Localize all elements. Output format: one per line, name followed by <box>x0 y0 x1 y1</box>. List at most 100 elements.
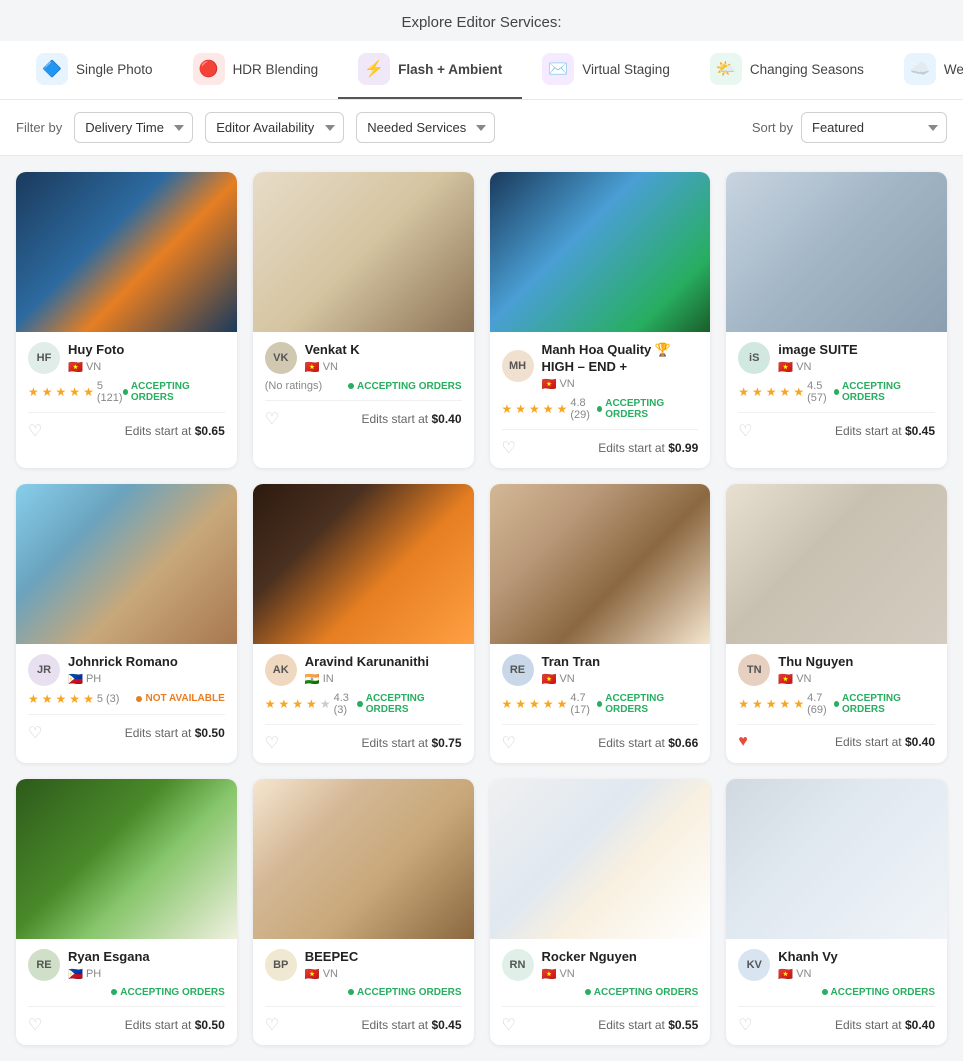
favorite-button[interactable]: ♡ <box>265 409 279 429</box>
status-label: ACCEPTING ORDERS <box>605 693 698 715</box>
favorite-button[interactable]: ♡ <box>738 1015 752 1035</box>
delivery-time-filter[interactable]: Delivery Time24 hours48 hours72 hours <box>74 112 193 143</box>
editor-card-5[interactable]: JR Johnrick Romano 🇵🇭 PH ★★★★★5 (3) NOT … <box>16 484 237 763</box>
editor-card-2[interactable]: VK Venkat K 🇻🇳 VN (No ratings) ACCEPTING… <box>253 172 474 468</box>
avatar: JR <box>28 654 60 686</box>
avatar: MH <box>502 350 534 382</box>
favorite-button[interactable]: ♡ <box>28 421 42 441</box>
status-dot <box>348 989 354 995</box>
country-flag: 🇻🇳 <box>778 360 793 374</box>
tab-label-hdr-blending: HDR Blending <box>233 62 319 77</box>
rating: ★★★★★4.8 (29) <box>502 397 597 421</box>
needed-services-filter[interactable]: Needed ServicesFlash + AmbientHDR Blendi… <box>356 112 495 143</box>
avatar: AK <box>265 654 297 686</box>
editor-name: Ryan Esgana <box>68 949 225 966</box>
editor-image <box>253 779 474 939</box>
availability-status: ACCEPTING ORDERS <box>585 987 698 998</box>
tab-icon-changing-seasons: 🌤️ <box>710 53 742 85</box>
editor-details: Thu Nguyen 🇻🇳 VN <box>778 654 935 686</box>
price-value: $0.40 <box>905 1018 935 1032</box>
editor-card-6[interactable]: AK Aravind Karunanithi 🇮🇳 IN ★★★★★4.3 (3… <box>253 484 474 763</box>
editor-country: 🇻🇳 VN <box>778 967 935 981</box>
service-tab-virtual-staging[interactable]: ✉️ Virtual Staging <box>522 41 690 99</box>
editor-card-1[interactable]: HF Huy Foto 🇻🇳 VN ★★★★★5 (121) ACCEPTING… <box>16 172 237 468</box>
availability-status: ACCEPTING ORDERS <box>597 693 698 715</box>
country-flag: 🇻🇳 <box>542 967 557 981</box>
status-label: ACCEPTING ORDERS <box>605 398 698 420</box>
availability-status: ACCEPTING ORDERS <box>597 398 698 420</box>
star-filled: ★ <box>83 692 94 706</box>
card-meta: ACCEPTING ORDERS <box>265 987 462 998</box>
star-half: ★ <box>793 697 804 711</box>
price-value: $0.50 <box>195 726 225 740</box>
favorite-button[interactable]: ♡ <box>265 1015 279 1035</box>
rating-value: 4.8 (29) <box>570 397 597 421</box>
editor-details: image SUITE 🇻🇳 VN <box>778 342 935 374</box>
service-tab-flash-ambient[interactable]: ⚡ Flash + Ambient <box>338 41 522 99</box>
service-tab-single-photo[interactable]: 🔷 Single Photo <box>16 41 173 99</box>
editor-card-11[interactable]: RN Rocker Nguyen 🇻🇳 VN ACCEPTING ORDERS <box>490 779 711 1045</box>
status-label: ACCEPTING ORDERS <box>357 381 461 392</box>
rating-value: 4.5 (57) <box>807 380 834 404</box>
country-flag: 🇻🇳 <box>305 360 320 374</box>
card-meta: ★★★★★4.7 (17) ACCEPTING ORDERS <box>502 692 699 716</box>
status-dot <box>348 383 354 389</box>
editor-card-8[interactable]: TN Thu Nguyen 🇻🇳 VN ★★★★★4.7 (69) ACCEPT… <box>726 484 947 763</box>
service-tab-hdr-blending[interactable]: 🔴 HDR Blending <box>173 41 339 99</box>
editor-card-3[interactable]: MH Manh Hoa Quality 🏆HIGH – END + 🇻🇳 VN … <box>490 172 711 468</box>
editor-card-10[interactable]: BP BEEPEC 🇻🇳 VN ACCEPTING ORDERS ♡ <box>253 779 474 1045</box>
star-half: ★ <box>557 697 568 711</box>
favorite-button[interactable]: ♥ <box>738 733 748 751</box>
card-body: BP BEEPEC 🇻🇳 VN ACCEPTING ORDERS ♡ <box>253 939 474 1045</box>
avatar: TN <box>738 654 770 686</box>
rating-value: 4.7 (17) <box>570 692 597 716</box>
editor-card-12[interactable]: KV Khanh Vy 🇻🇳 VN ACCEPTING ORDERS ♡ <box>726 779 947 1045</box>
editor-card-9[interactable]: RE Ryan Esgana 🇵🇭 PH ACCEPTING ORDERS ♡ <box>16 779 237 1045</box>
favorite-button[interactable]: ♡ <box>502 438 516 458</box>
editor-availability-filter[interactable]: Editor AvailabilityAvailableNot Availabl… <box>205 112 344 143</box>
status-label: NOT AVAILABLE <box>145 693 224 704</box>
price-text: Edits start at $0.45 <box>361 1018 461 1032</box>
country-flag: 🇻🇳 <box>305 967 320 981</box>
star-filled: ★ <box>306 697 317 711</box>
star-half: ★ <box>557 402 568 416</box>
price-value: $0.50 <box>195 1018 225 1032</box>
tab-icon-flash-ambient: ⚡ <box>358 53 390 85</box>
favorite-button[interactable]: ♡ <box>28 723 42 743</box>
avatar: RE <box>502 654 534 686</box>
editor-info-row: BP BEEPEC 🇻🇳 VN <box>265 949 462 981</box>
star-filled: ★ <box>780 385 791 399</box>
card-body: MH Manh Hoa Quality 🏆HIGH – END + 🇻🇳 VN … <box>490 332 711 468</box>
card-footer: ♡ Edits start at $0.40 <box>738 1006 935 1035</box>
star-filled: ★ <box>780 697 791 711</box>
rating: ★★★★★4.5 (57) <box>738 380 833 404</box>
favorite-button[interactable]: ♡ <box>502 1015 516 1035</box>
favorite-button[interactable]: ♡ <box>265 733 279 753</box>
service-tab-changing-seasons[interactable]: 🌤️ Changing Seasons <box>690 41 884 99</box>
editor-card-4[interactable]: iS image SUITE 🇻🇳 VN ★★★★★4.5 (57) ACCEP… <box>726 172 947 468</box>
service-tab-weather[interactable]: ☁️ Wea... <box>884 41 963 99</box>
availability-status: ACCEPTING ORDERS <box>834 381 935 403</box>
editor-country: 🇻🇳 VN <box>542 377 699 391</box>
price-value: $0.75 <box>431 736 461 750</box>
country-code: PH <box>86 673 101 685</box>
tab-label-changing-seasons: Changing Seasons <box>750 62 864 77</box>
status-label: ACCEPTING ORDERS <box>842 693 935 715</box>
country-code: VN <box>323 968 338 980</box>
card-body: AK Aravind Karunanithi 🇮🇳 IN ★★★★★4.3 (3… <box>253 644 474 763</box>
favorite-button[interactable]: ♡ <box>28 1015 42 1035</box>
star-filled: ★ <box>543 697 554 711</box>
card-meta: ★★★★★4.3 (3) ACCEPTING ORDERS <box>265 692 462 716</box>
editor-image <box>490 484 711 644</box>
editor-card-7[interactable]: RE Tran Tran 🇻🇳 VN ★★★★★4.7 (17) ACCEPTI… <box>490 484 711 763</box>
favorite-button[interactable]: ♡ <box>738 421 752 441</box>
filter-bar: Filter by Delivery Time24 hours48 hours7… <box>0 100 963 156</box>
card-footer: ♥ Edits start at $0.40 <box>738 724 935 751</box>
favorite-button[interactable]: ♡ <box>502 733 516 753</box>
card-meta: (No ratings) ACCEPTING ORDERS <box>265 380 462 392</box>
price-value: $0.99 <box>668 441 698 455</box>
card-footer: ♡ Edits start at $0.50 <box>28 1006 225 1035</box>
card-meta: ★★★★★5 (3) NOT AVAILABLE <box>28 692 225 706</box>
status-label: ACCEPTING ORDERS <box>831 987 935 998</box>
featured-sort[interactable]: FeaturedPrice: Low to HighPrice: High to… <box>801 112 947 143</box>
